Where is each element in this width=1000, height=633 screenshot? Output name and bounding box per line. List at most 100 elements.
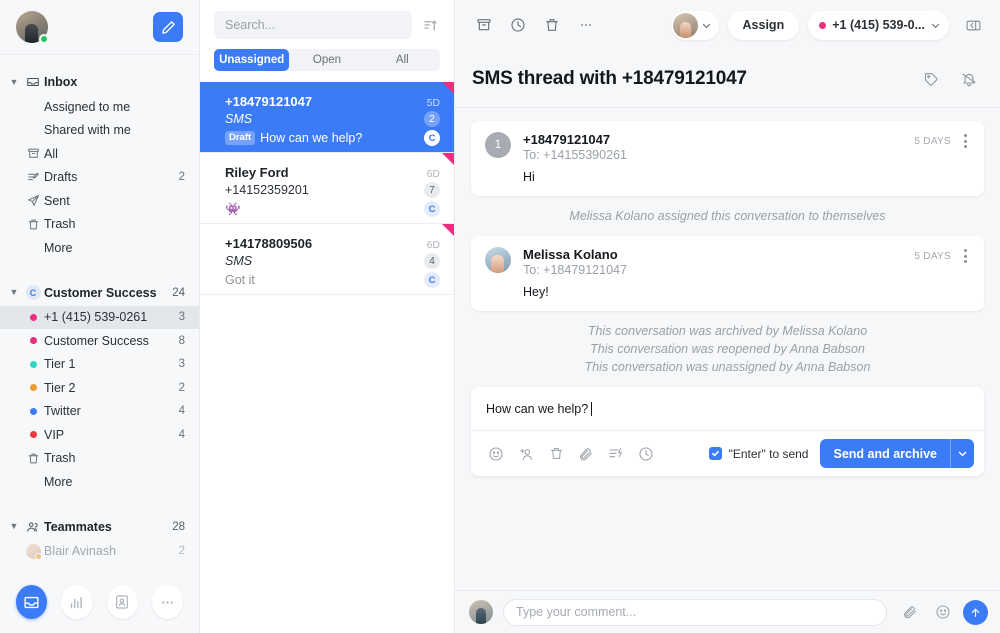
chevron-down-icon: ▼ [6,288,22,297]
sidebar-item-label: More [44,475,185,489]
emoji-icon[interactable] [930,599,956,625]
flag-corner-icon [442,82,454,94]
search-input[interactable] [225,18,401,32]
tab-open[interactable]: Open [289,49,364,71]
conversation-panel: Assign +1 (415) 539-0... SMS thread with… [455,0,1000,633]
tag-icon[interactable] [916,64,946,94]
sidebar: ▼ Inbox Assigned to me Sha [0,0,200,633]
sidebar-item-count: 2 [179,171,185,183]
sidebar-group-header-teammates[interactable]: ▼ Teammates 28 [0,514,199,540]
sidebar-item-415-539-0261[interactable]: +1 (415) 539-0261 3 [0,306,199,330]
canned-response-icon[interactable] [603,441,629,467]
flag-corner-icon [442,224,454,236]
bell-muted-icon[interactable] [954,64,984,94]
sidebar-group-header-customer-success[interactable]: ▼ C Customer Success 24 [0,280,199,306]
number-avatar: 1 [485,132,511,158]
add-person-icon[interactable] [513,441,539,467]
sender-avatar [485,247,511,273]
send-and-archive-button[interactable]: Send and archive [820,439,950,468]
channel-selector[interactable]: +1 (415) 539-0... [808,11,949,40]
tab-all[interactable]: All [365,49,440,71]
sidebar-item-sent[interactable]: Sent [0,189,199,213]
sidebar-group-header-inbox[interactable]: ▼ Inbox [0,69,199,95]
trash-icon[interactable] [543,441,569,467]
message-to-label: To: [523,263,540,277]
sidebar-item-more[interactable]: More [0,236,199,260]
list-search-row [200,0,454,39]
conversation-message-count: 7 [424,182,440,198]
sidebar-item-more-cs[interactable]: More [0,470,199,494]
emoji-icon[interactable] [483,441,509,467]
comment-input-box[interactable] [503,599,887,626]
message-recipient: To: +18479121047 [523,263,627,277]
sidebar-group-label: Inbox [44,75,185,89]
sidebar-item-assigned-to-me[interactable]: Assigned to me [0,95,199,119]
sort-ascending-icon[interactable] [420,18,440,33]
tab-unassigned[interactable]: Unassigned [214,49,289,71]
send-options-dropdown[interactable] [950,439,974,468]
ellipsis-icon[interactable] [571,10,601,40]
attachment-icon[interactable] [573,441,599,467]
conversation-channel-avatar: C [424,130,440,146]
sidebar-item-vip[interactable]: VIP 4 [0,423,199,447]
conversation-list-item[interactable]: +18479121047 5D SMS 2 Draft How can we h… [200,82,454,153]
conversation-channel-avatar: C [424,272,440,288]
trash-icon [22,452,44,465]
send-comment-button[interactable] [963,600,988,625]
sidebar-item-count: 4 [179,429,185,441]
snooze-clock-icon[interactable] [503,10,533,40]
snooze-clock-icon[interactable] [633,441,659,467]
sidebar-item-tier-2[interactable]: Tier 2 2 [0,376,199,400]
message-to-value: +14155390261 [543,148,627,162]
message-menu-icon[interactable] [961,132,970,150]
sidebar-item-count: 3 [179,311,185,323]
sidebar-item-trash-cs[interactable]: Trash [0,447,199,471]
archive-icon [22,147,44,160]
draft-badge: Draft [225,131,255,145]
trash-icon[interactable] [537,10,567,40]
sidebar-header [0,0,199,55]
composer-input-area[interactable]: How can we help? [471,387,984,431]
conversation-message-count: 4 [424,253,440,269]
sidebar-item-twitter[interactable]: Twitter 4 [0,400,199,424]
conversation-list-item[interactable]: Riley Ford 6D +14152359201 7 👾 C [200,153,454,224]
archive-icon[interactable] [469,10,499,40]
conversation-time: 5D [421,97,440,109]
arrow-up-icon [969,606,982,619]
attachment-icon[interactable] [897,599,923,625]
sidebar-item-all[interactable]: All [0,142,199,166]
conversation-channel-avatar: C [424,201,440,217]
sidebar-item-drafts[interactable]: Drafts 2 [0,166,199,190]
sidebar-item-label: Drafts [44,170,179,184]
more-nav-button[interactable] [152,585,183,619]
inbox-nav-button[interactable] [16,585,47,619]
bar-chart-icon [68,594,85,611]
event-line: Melissa Kolano assigned this conversatio… [471,207,984,225]
comment-input[interactable] [516,605,874,619]
channel-status-dot [819,22,826,29]
group-initial-badge: C [26,285,41,300]
sidebar-bottom-nav [0,571,199,633]
sidebar-item-trash[interactable]: Trash [0,213,199,237]
contacts-nav-button[interactable] [107,585,138,619]
message-menu-icon[interactable] [961,247,970,265]
compose-button[interactable] [153,12,183,42]
assign-button[interactable]: Assign [728,11,800,40]
message-to-label: To: [523,148,540,162]
message-timestamp: 5 DAYS [914,251,951,262]
conversation-list-panel: Unassigned Open All +18479121047 5D SMS … [200,0,455,633]
conversation-list-item[interactable]: +14178809506 6D SMS 4 Got it C [200,224,454,295]
sidebar-item-blair-avinash[interactable]: Blair Avinash 2 [0,540,199,564]
assignee-avatar-dropdown[interactable] [671,11,719,40]
sidebar-item-customer-success[interactable]: Customer Success 8 [0,329,199,353]
pencil-icon [161,20,176,35]
event-log-entry: This conversation was archived by Meliss… [471,322,984,376]
collapse-panel-icon[interactable] [958,10,988,40]
avatar[interactable] [16,11,48,43]
analytics-nav-button[interactable] [61,585,92,619]
sidebar-item-tier-1[interactable]: Tier 1 3 [0,353,199,377]
message-recipient: To: +14155390261 [523,148,627,162]
sidebar-item-shared-with-me[interactable]: Shared with me [0,119,199,143]
search-box[interactable] [214,11,412,39]
enter-to-send-checkbox[interactable]: "Enter" to send [709,447,809,461]
